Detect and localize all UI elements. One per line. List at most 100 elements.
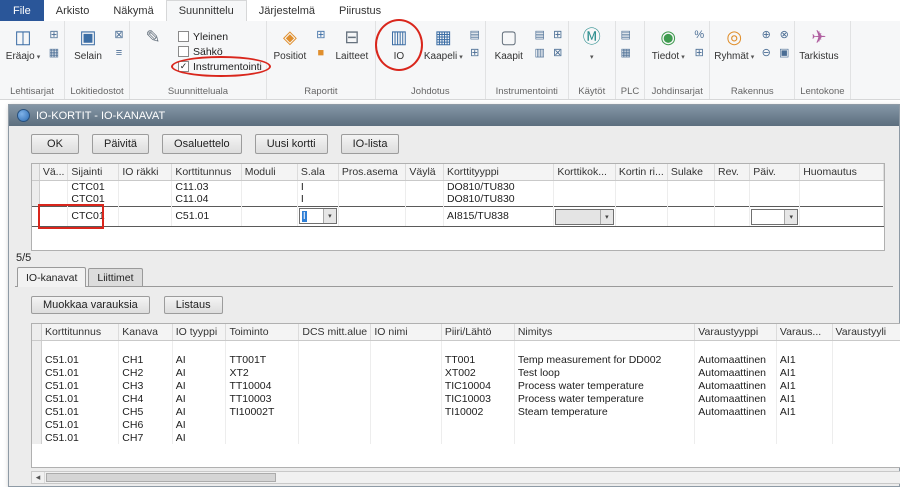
column-header[interactable]: Kanava	[119, 324, 172, 340]
table-row[interactable]: CTC01C11.03IDO810/TU830	[32, 180, 884, 193]
plc-export-icon[interactable]: ▦	[618, 45, 634, 60]
column-header[interactable]: Sulake	[667, 164, 714, 180]
group-box-icon[interactable]: ▣	[776, 45, 792, 60]
io-card-icon: ▥	[390, 24, 407, 50]
tab-jarjestelma[interactable]: Järjestelmä	[247, 0, 327, 21]
column-header[interactable]: Sijainti	[68, 164, 119, 180]
cable-edit-icon[interactable]: ⊞	[467, 45, 483, 60]
chevron-down-icon: ▾	[751, 53, 755, 61]
column-header[interactable]: Päiv.	[750, 164, 800, 180]
group-johdinsarjat: ◉ Tiedot▾ % ⊞ Johdinsarjat	[645, 21, 710, 99]
column-header[interactable]: Korttityyppi	[443, 164, 553, 180]
table-row[interactable]: CTC01C11.04IDO810/TU830	[32, 193, 884, 206]
kaapeli-button[interactable]: ▦ Kaapeli▾	[422, 23, 465, 64]
column-header[interactable]: S.ala	[297, 164, 338, 180]
column-header[interactable]: Huomautus	[800, 164, 884, 180]
s-ala-combo[interactable]: I▾	[299, 208, 337, 224]
group-label-suunnitteluala: Suunnitteluala	[132, 86, 264, 99]
column-header[interactable]: Toiminto	[226, 324, 299, 340]
column-header[interactable]: DCS mitt.alue	[299, 324, 371, 340]
add-icon[interactable]: ⊕	[758, 27, 774, 42]
muokkaa-varauksia-button[interactable]: Muokkaa varauksia	[31, 296, 150, 314]
tab-arkisto[interactable]: Arkisto	[44, 0, 102, 21]
dialog-titlebar[interactable]: IO-KORTIT - IO-KANAVAT	[9, 105, 899, 126]
column-header[interactable]: IO tyyppi	[172, 324, 226, 340]
eraajo-button[interactable]: ◫ Eräajo▾	[2, 23, 44, 64]
report-grid-icon[interactable]: ⊞	[313, 27, 329, 42]
column-header[interactable]: Korttikok...	[554, 164, 616, 180]
wire-number-icon[interactable]: ⊞	[691, 45, 707, 60]
checkbox-yleinen[interactable]: Yleinen	[178, 29, 262, 44]
paiv-combo[interactable]: ▾	[751, 209, 798, 225]
column-header[interactable]: Moduli	[241, 164, 297, 180]
instrument-doc-icon[interactable]: ▤	[532, 27, 548, 42]
column-header[interactable]: Kortin ri...	[615, 164, 667, 180]
column-header[interactable]: Vä...	[39, 164, 68, 180]
table-row[interactable]: C51.01CH4AITT10003TIC10003Process water …	[32, 392, 900, 405]
table-row[interactable]: C51.01CH5AITI10002TTI10002Steam temperat…	[32, 405, 900, 418]
column-header[interactable]: Varaustyyppi	[695, 324, 777, 340]
table-row[interactable]: C51.01CH3AITT10004TIC10004Process water …	[32, 379, 900, 392]
log-delete-icon[interactable]: ⊠	[111, 27, 127, 42]
selain-button[interactable]: ▣ Selain	[67, 23, 109, 64]
tab-suunnittelu[interactable]: Suunnittelu	[166, 0, 247, 21]
uusi-kortti-button[interactable]: Uusi kortti	[255, 134, 328, 154]
sheet-table-icon[interactable]: ▦	[46, 45, 62, 60]
cable-list-icon[interactable]: ▤	[467, 27, 483, 42]
group-johdotus: ▥ IO ▦ Kaapeli▾ ▤ ⊞ Johdotus	[376, 21, 486, 99]
column-header[interactable]: Korttitunnus	[42, 324, 119, 340]
ryhmat-button[interactable]: ◎ Ryhmät▾	[712, 23, 756, 64]
listaus-button[interactable]: Listaus	[164, 296, 223, 314]
laitteet-button[interactable]: ⊟ Laitteet	[331, 23, 373, 64]
column-header[interactable]: Korttitunnus	[172, 164, 241, 180]
column-header[interactable]: Pros.asema	[338, 164, 406, 180]
kaapit-button[interactable]: ▢ Kaapit	[488, 23, 530, 64]
table-row[interactable]: C51.01CH2AIXT2XT002Test loopAutomaattine…	[32, 366, 900, 379]
remove-icon[interactable]: ⊗	[776, 27, 792, 42]
column-header[interactable]: Rev.	[715, 164, 750, 180]
instrument-sync-icon[interactable]: ⊠	[550, 45, 566, 60]
instrument-export-icon[interactable]: ⊞	[550, 27, 566, 42]
korttikok-combo[interactable]: ▾	[555, 209, 614, 225]
positiot-button[interactable]: ◈ Positiot	[269, 23, 311, 64]
column-header[interactable]: Varaustyyli	[832, 324, 900, 340]
table-row[interactable]	[32, 340, 900, 353]
tiedot-button[interactable]: ◉ Tiedot▾	[647, 23, 689, 64]
column-header[interactable]: Nimitys	[514, 324, 694, 340]
ok-button[interactable]: OK	[31, 134, 79, 154]
kaytot-button[interactable]: Ⓜ ▾	[571, 23, 613, 64]
application-window: File Arkisto Näkymä Suunnittelu Järjeste…	[0, 0, 900, 487]
position-box-icon[interactable]: ■	[313, 45, 329, 60]
tarkistus-button[interactable]: ✈ Tarkistus	[797, 23, 840, 64]
instrument-sheet-icon[interactable]: ▥	[532, 45, 548, 60]
column-header[interactable]: IO räkki	[119, 164, 172, 180]
table-row[interactable]: C51.01CH1AITT001TTT001Temp measurement f…	[32, 353, 900, 366]
io-button[interactable]: ▥ IO	[378, 23, 420, 64]
table-row[interactable]: CTC01C51.01I▾AI815/TU838▾▾	[32, 206, 884, 226]
table-row[interactable]: C51.01CH6AI	[32, 418, 900, 431]
tab-io-kanavat[interactable]: IO-kanavat	[17, 267, 86, 287]
log-list-icon[interactable]: ≡	[111, 45, 127, 60]
tab-nakyma[interactable]: Näkymä	[101, 0, 165, 21]
table-row[interactable]: C51.01CH7AI	[32, 431, 900, 444]
scrollbar-thumb[interactable]	[46, 473, 276, 482]
paivita-button[interactable]: Päivitä	[92, 134, 149, 154]
wire-percent-icon[interactable]: %	[691, 27, 707, 42]
tab-liittimet[interactable]: Liittimet	[88, 268, 142, 286]
scroll-left-icon[interactable]: ◂	[32, 472, 45, 483]
tab-file[interactable]: File	[0, 0, 44, 21]
checkbox-instrumentointi[interactable]: Instrumentointi	[178, 59, 262, 74]
column-header[interactable]: Väylä	[406, 164, 444, 180]
sheet-grid-icon[interactable]: ⊞	[46, 27, 62, 42]
tab-piirustus[interactable]: Piirustus	[327, 0, 393, 21]
column-header[interactable]: Varaus...	[776, 324, 832, 340]
subtract-icon[interactable]: ⊖	[758, 45, 774, 60]
osaluettelo-button[interactable]: Osaluettelo	[162, 134, 242, 154]
plc-import-icon[interactable]: ▤	[618, 27, 634, 42]
checkbox-sahko[interactable]: Sähkö	[178, 44, 262, 59]
io-lista-button[interactable]: IO-lista	[341, 134, 400, 154]
column-header[interactable]: IO nimi	[371, 324, 441, 340]
design-area-button[interactable]: ✎	[132, 23, 174, 51]
horizontal-scrollbar[interactable]: ◂	[31, 471, 900, 484]
column-header[interactable]: Piiri/Lähtö	[441, 324, 514, 340]
